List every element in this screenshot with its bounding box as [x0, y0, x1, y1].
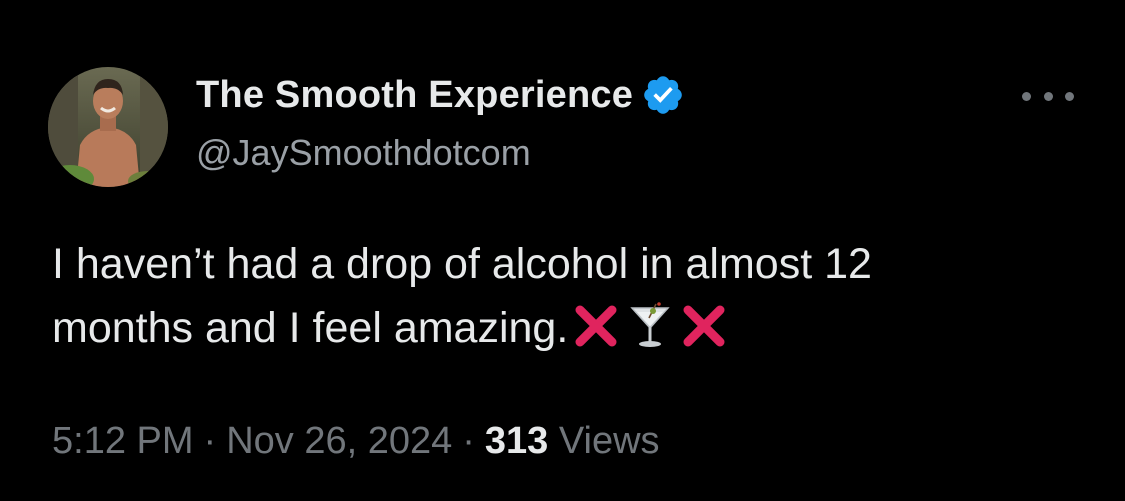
meta-separator: ·: [462, 420, 475, 462]
tweet-text-line-2-row: months and I feel amazing.: [52, 296, 1092, 360]
verified-badge-icon[interactable]: [641, 73, 685, 117]
views-count: 313: [484, 420, 549, 462]
tweet-meta: 5:12 PM · Nov 26, 2024 · 313 Views: [52, 420, 660, 463]
tweet-card: The Smooth Experience @JaySmoothdotcom I…: [0, 0, 1125, 501]
ellipsis-icon: [1043, 91, 1053, 101]
tweet-date[interactable]: Nov 26, 2024: [226, 420, 452, 462]
display-name[interactable]: The Smooth Experience: [196, 74, 633, 117]
avatar[interactable]: [48, 67, 168, 187]
profile-photo-icon: [48, 67, 168, 187]
author-name-row: The Smooth Experience: [196, 70, 685, 120]
cross-mark-icon: [575, 305, 617, 347]
tweet-text-line-1: I haven’t had a drop of alcohol in almos…: [52, 240, 872, 288]
meta-separator: ·: [203, 420, 217, 462]
tweet-text-line-2: months and I feel amazing.: [52, 304, 569, 352]
author-handle[interactable]: @JaySmoothdotcom: [196, 132, 531, 174]
more-options-button[interactable]: [1022, 82, 1074, 110]
cross-mark-icon: [683, 305, 725, 347]
cocktail-glass-icon: [630, 302, 670, 347]
ellipsis-icon: [1065, 91, 1074, 101]
tweet-text: I haven’t had a drop of alcohol in almos…: [52, 232, 1092, 360]
tweet-time[interactable]: 5:12 PM: [52, 420, 194, 462]
views-label: Views: [558, 420, 660, 462]
ellipsis-icon: [1022, 91, 1031, 101]
